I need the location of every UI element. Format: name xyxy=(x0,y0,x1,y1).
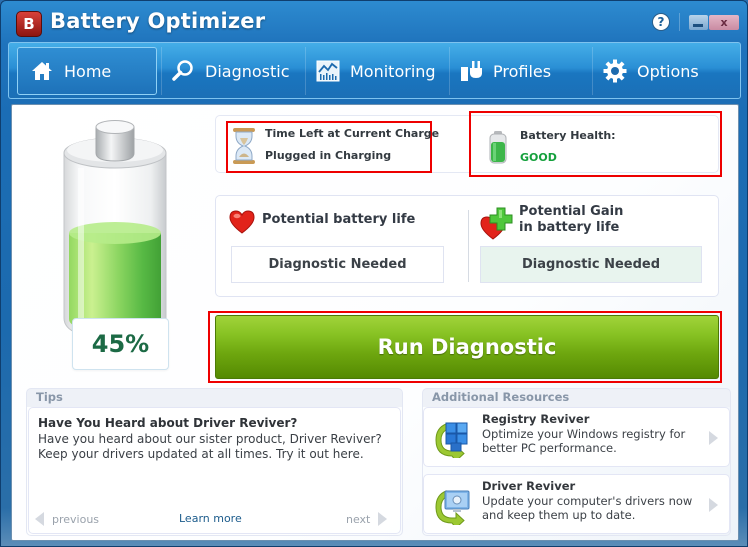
tip-next-button[interactable]: next xyxy=(346,512,388,526)
nav-divider xyxy=(161,47,162,95)
gear-icon xyxy=(603,59,627,83)
nav-tab-profiles[interactable]: Profiles xyxy=(459,47,584,95)
registry-reviver-icon xyxy=(435,422,468,458)
hourglass-icon xyxy=(233,128,255,164)
titlebar-divider xyxy=(679,13,680,31)
arrow-left-icon xyxy=(35,512,44,526)
potential-life-title: Potential battery life xyxy=(262,212,416,227)
nav-tab-label: Options xyxy=(637,61,699,81)
tip-previous-button[interactable]: previous xyxy=(35,512,99,526)
nav-tab-label: Home xyxy=(64,61,112,81)
nav-tab-label: Profiles xyxy=(493,61,552,81)
time-left-label: Time Left at Current Charge xyxy=(265,127,440,140)
nav-tab-diagnostic[interactable]: Diagnostic xyxy=(171,47,301,95)
chart-icon xyxy=(316,59,340,83)
tips-header: Tips xyxy=(36,390,63,404)
home-icon xyxy=(30,59,54,83)
time-left-value: Plugged in Charging xyxy=(265,149,392,162)
nav-tab-label: Diagnostic xyxy=(205,61,290,81)
nav-divider xyxy=(449,47,450,95)
potential-gain-value: Diagnostic Needed xyxy=(480,246,702,283)
app-window: B Battery Optimizer ? x Home Diagnostic … xyxy=(0,0,748,547)
tip-card: Have You Heard about Driver Reviver? Hav… xyxy=(28,407,401,534)
nav-tab-monitoring[interactable]: Monitoring xyxy=(316,47,451,95)
resources-header: Additional Resources xyxy=(432,390,570,404)
app-title: Battery Optimizer xyxy=(50,9,266,33)
run-diagnostic-button[interactable]: Run Diagnostic xyxy=(215,315,719,379)
nav-divider xyxy=(592,47,593,95)
learn-more-link[interactable]: Learn more xyxy=(179,512,242,525)
arrow-right-icon xyxy=(709,498,718,512)
tip-body: Have you heard about our sister product,… xyxy=(38,432,382,461)
resource-description: Optimize your Windows registry for bette… xyxy=(482,427,686,455)
resources-section: Additional Resources Registry Reviver Op… xyxy=(422,388,731,536)
main-nav: Home Diagnostic Monitoring Profiles Opti… xyxy=(8,42,741,99)
title-bar[interactable]: B Battery Optimizer ? x xyxy=(1,1,748,43)
tip-previous-label: previous xyxy=(52,512,100,526)
resource-title: Driver Reviver xyxy=(482,479,576,493)
potential-life-value: Diagnostic Needed xyxy=(231,246,444,283)
tip-title: Have You Heard about Driver Reviver? xyxy=(38,416,298,430)
heart-plus-icon xyxy=(480,207,513,240)
battery-percent-label: 45% xyxy=(72,318,169,370)
plug-icon xyxy=(459,59,483,83)
panel-divider xyxy=(468,210,469,282)
battery-health-value: GOOD xyxy=(520,151,557,164)
resource-driver-reviver[interactable]: Driver Reviver Update your computer's dr… xyxy=(423,474,730,534)
resource-registry-reviver[interactable]: Registry Reviver Optimize your Windows r… xyxy=(423,407,730,467)
tips-section: Tips Have You Heard about Driver Reviver… xyxy=(26,388,403,536)
battery-health-icon xyxy=(489,131,507,164)
nav-tab-label: Monitoring xyxy=(350,61,436,81)
potential-gain-title-line2: in battery life xyxy=(519,220,620,235)
nav-tab-home[interactable]: Home xyxy=(17,47,157,95)
nav-tab-options[interactable]: Options xyxy=(603,47,733,95)
battery-health-label: Battery Health: xyxy=(520,129,616,142)
app-logo-icon: B xyxy=(16,11,42,37)
driver-reviver-icon xyxy=(435,490,470,525)
heart-icon xyxy=(229,210,255,234)
arrow-right-icon xyxy=(709,431,718,445)
magnifier-icon xyxy=(171,59,195,83)
resource-title: Registry Reviver xyxy=(482,412,590,426)
potential-panel: Potential battery life Diagnostic Needed… xyxy=(215,195,719,297)
arrow-right-icon xyxy=(378,512,388,526)
tip-next-label: next xyxy=(346,512,371,526)
help-button[interactable]: ? xyxy=(653,14,669,30)
nav-divider xyxy=(305,47,306,95)
potential-gain-title-line1: Potential Gain xyxy=(519,204,624,219)
minimize-button[interactable] xyxy=(689,15,708,30)
close-button[interactable]: x xyxy=(709,15,739,30)
resource-description: Update your computer's drivers now and k… xyxy=(482,494,693,522)
home-panel: 45% Time Left at Current Charge Plugged … xyxy=(11,104,739,541)
battery-status-panel: Time Left at Current Charge Plugged in C… xyxy=(215,111,722,177)
